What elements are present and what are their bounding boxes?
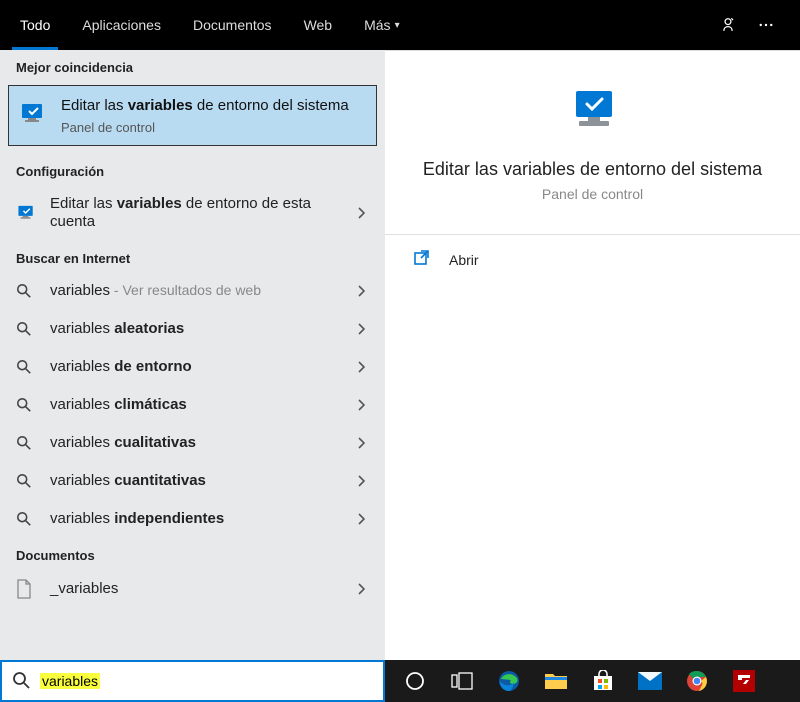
- search-icon: [16, 321, 40, 337]
- web-result-item[interactable]: variables de entorno: [0, 348, 385, 386]
- web-result-pre: variables: [50, 396, 114, 413]
- preview-title: Editar las variables de entorno del sist…: [423, 159, 762, 180]
- web-result-sub: - Ver resultados de web: [110, 282, 261, 298]
- chevron-right-icon: [353, 475, 369, 487]
- taskbar-store-icon[interactable]: [581, 660, 625, 702]
- chevron-right-icon: [353, 323, 369, 335]
- section-documents: Documentos: [0, 538, 385, 569]
- taskbar-taskview-icon[interactable]: [440, 660, 484, 702]
- file-icon: [16, 579, 40, 599]
- result-subtitle: Panel de control: [61, 120, 366, 135]
- web-result-item[interactable]: variables - Ver resultados de web: [0, 272, 385, 310]
- web-result-item[interactable]: variables climáticas: [0, 386, 385, 424]
- web-result-item[interactable]: variables cuantitativas: [0, 462, 385, 500]
- search-input-value[interactable]: variables: [40, 673, 100, 689]
- web-result-pre: variables: [50, 358, 114, 375]
- tab-more[interactable]: Más ▾: [348, 0, 415, 50]
- search-icon: [16, 283, 40, 299]
- web-result-pre: variables: [50, 510, 114, 527]
- tab-all[interactable]: Todo: [4, 0, 66, 50]
- tab-docs[interactable]: Documentos: [177, 0, 288, 50]
- taskbar-filezilla-icon[interactable]: [722, 660, 766, 702]
- control-panel-large-icon: [561, 81, 625, 145]
- web-result-bold: aleatorias: [114, 320, 184, 337]
- web-result-pre: variables: [50, 282, 110, 299]
- document-label: _variables: [50, 580, 353, 598]
- search-icon: [16, 511, 40, 527]
- web-result-bold: cualitativas: [114, 434, 196, 451]
- web-result-pre: variables: [50, 472, 114, 489]
- search-icon: [12, 671, 30, 692]
- tab-label: Web: [304, 17, 333, 33]
- web-result-bold: cuantitativas: [114, 472, 206, 489]
- search-topbar: Todo Aplicaciones Documentos Web Más ▾: [0, 0, 800, 50]
- chevron-right-icon: [353, 513, 369, 525]
- tab-apps[interactable]: Aplicaciones: [66, 0, 177, 50]
- taskbar-explorer-icon[interactable]: [534, 660, 578, 702]
- taskbar-chrome-icon[interactable]: [675, 660, 719, 702]
- web-result-item[interactable]: variables aleatorias: [0, 310, 385, 348]
- taskbar-mail-icon[interactable]: [628, 660, 672, 702]
- taskbar-edge-icon[interactable]: [487, 660, 531, 702]
- result-title-post: de entorno del sistema: [193, 97, 349, 114]
- chevron-right-icon: [353, 361, 369, 373]
- preview-subtitle: Panel de control: [542, 186, 643, 202]
- web-result-item[interactable]: variables independientes: [0, 500, 385, 538]
- result-title-pre: Editar las: [61, 97, 128, 114]
- chevron-right-icon: [353, 399, 369, 411]
- tab-label: Documentos: [193, 17, 272, 33]
- search-tabs: Todo Aplicaciones Documentos Web Más ▾: [4, 0, 416, 50]
- open-icon: [413, 249, 435, 270]
- result-title-pre: Editar las: [50, 195, 117, 212]
- taskbar-cortana-icon[interactable]: [393, 660, 437, 702]
- tab-label: Más: [364, 17, 390, 33]
- action-label: Abrir: [449, 252, 479, 268]
- search-icon: [16, 397, 40, 413]
- chevron-right-icon: [353, 285, 369, 297]
- search-icon: [16, 473, 40, 489]
- document-item[interactable]: _variables: [0, 569, 385, 609]
- results-panel: Mejor coincidencia Editar las variables …: [0, 50, 385, 660]
- search-icon: [16, 359, 40, 375]
- search-box[interactable]: variables: [0, 660, 385, 702]
- web-result-bold: de entorno: [114, 358, 192, 375]
- chevron-right-icon: [353, 437, 369, 449]
- control-panel-icon: [19, 100, 49, 131]
- web-result-item[interactable]: variables cualitativas: [0, 424, 385, 462]
- feedback-icon[interactable]: [718, 15, 738, 35]
- chevron-down-icon: ▾: [395, 20, 400, 31]
- action-open[interactable]: Abrir: [385, 235, 800, 284]
- web-result-bold: climáticas: [114, 396, 187, 413]
- web-result-pre: variables: [50, 434, 114, 451]
- section-best-match: Mejor coincidencia: [0, 50, 385, 81]
- tab-label: Aplicaciones: [82, 17, 161, 33]
- result-title-bold: variables: [128, 97, 193, 114]
- tab-web[interactable]: Web: [288, 0, 349, 50]
- search-icon: [16, 435, 40, 451]
- result-title-bold: variables: [117, 195, 182, 212]
- section-search-web: Buscar en Internet: [0, 241, 385, 272]
- preview-panel: Editar las variables de entorno del sist…: [385, 50, 800, 660]
- web-result-pre: variables: [50, 320, 114, 337]
- section-settings: Configuración: [0, 154, 385, 185]
- control-panel-icon: [16, 203, 40, 223]
- chevron-right-icon: [353, 583, 369, 595]
- best-match-item[interactable]: Editar las variables de entorno del sist…: [8, 85, 377, 146]
- chevron-right-icon: [353, 207, 369, 219]
- settings-item-env-account[interactable]: Editar las variables de entorno de esta …: [0, 185, 385, 241]
- tab-label: Todo: [20, 17, 50, 33]
- taskbar: [385, 660, 800, 702]
- more-options-icon[interactable]: [756, 15, 776, 35]
- web-result-bold: independientes: [114, 510, 224, 527]
